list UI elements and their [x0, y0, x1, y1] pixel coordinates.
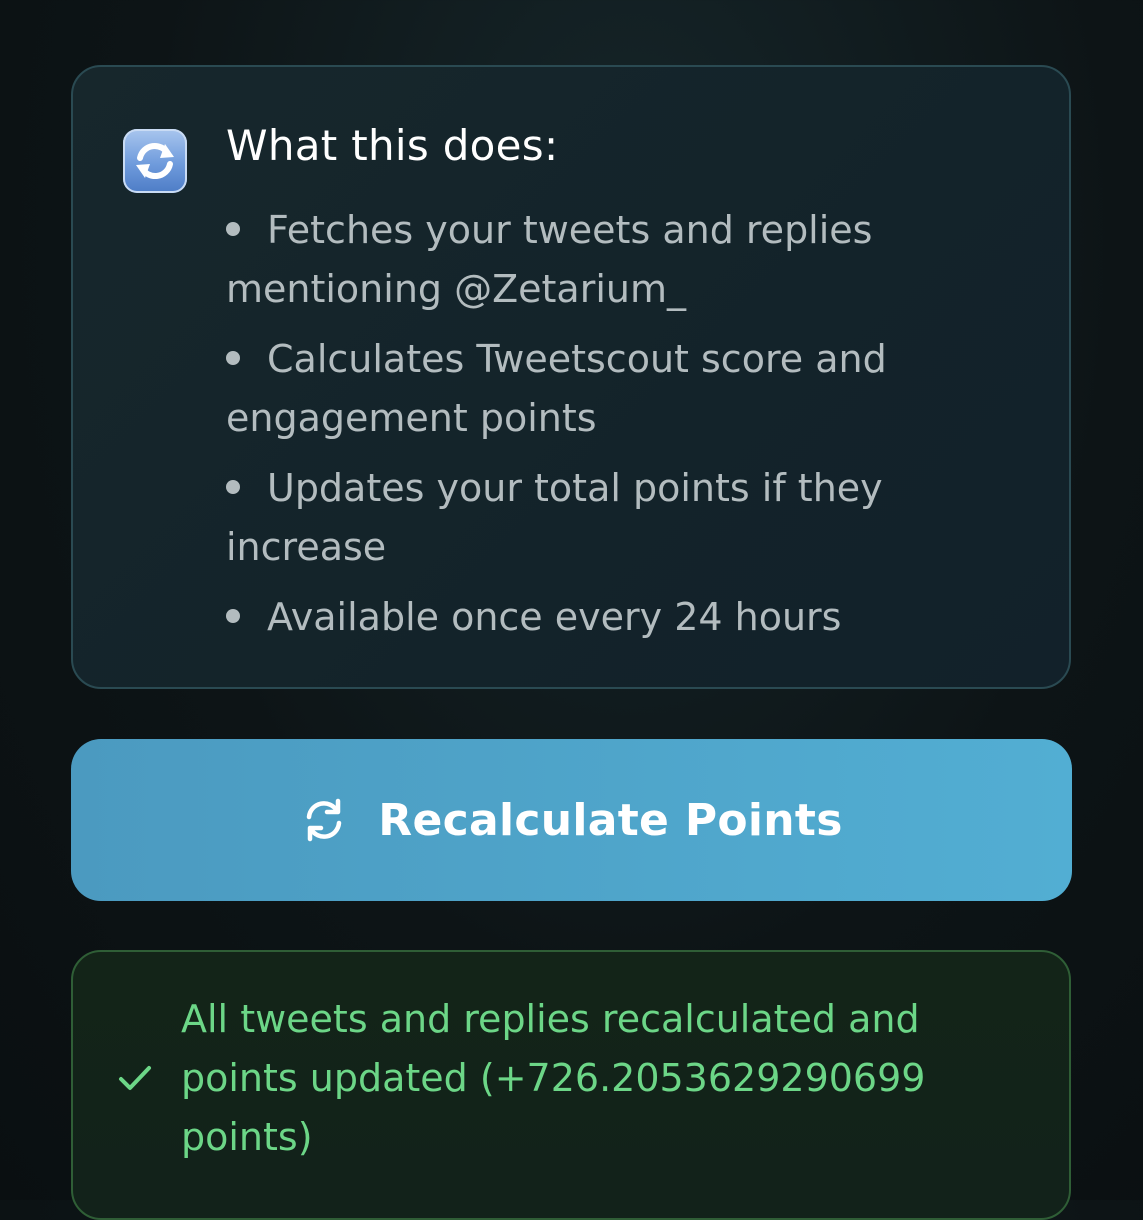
- list-item-text: Fetches your tweets and replies mentioni…: [226, 208, 873, 311]
- list-item-text: Calculates Tweetscout score and engageme…: [226, 337, 887, 440]
- success-message: All tweets and replies recalculated and …: [181, 997, 926, 1159]
- info-title: What this does:: [226, 121, 559, 170]
- list-item-text: Updates your total points if they increa…: [226, 466, 883, 569]
- success-message-card: All tweets and replies recalculated and …: [71, 950, 1071, 1220]
- bullet-icon: [226, 221, 240, 236]
- list-item: Available once every 24 hours: [226, 588, 986, 647]
- refresh-emoji-icon: [123, 129, 187, 193]
- list-item: Calculates Tweetscout score and engageme…: [226, 330, 986, 448]
- refresh-icon: [300, 796, 348, 844]
- info-list: Fetches your tweets and replies mentioni…: [226, 201, 986, 658]
- list-item-text: Available once every 24 hours: [267, 595, 842, 639]
- check-icon: [117, 1060, 153, 1100]
- info-card: What this does: Fetches your tweets and …: [71, 65, 1071, 689]
- bullet-icon: [226, 608, 240, 623]
- list-item: Updates your total points if they increa…: [226, 459, 986, 577]
- bullet-icon: [226, 350, 240, 365]
- bullet-icon: [226, 479, 240, 494]
- recalculate-points-label: Recalculate Points: [378, 794, 843, 846]
- recalculate-points-button[interactable]: Recalculate Points: [71, 739, 1072, 901]
- list-item: Fetches your tweets and replies mentioni…: [226, 201, 986, 319]
